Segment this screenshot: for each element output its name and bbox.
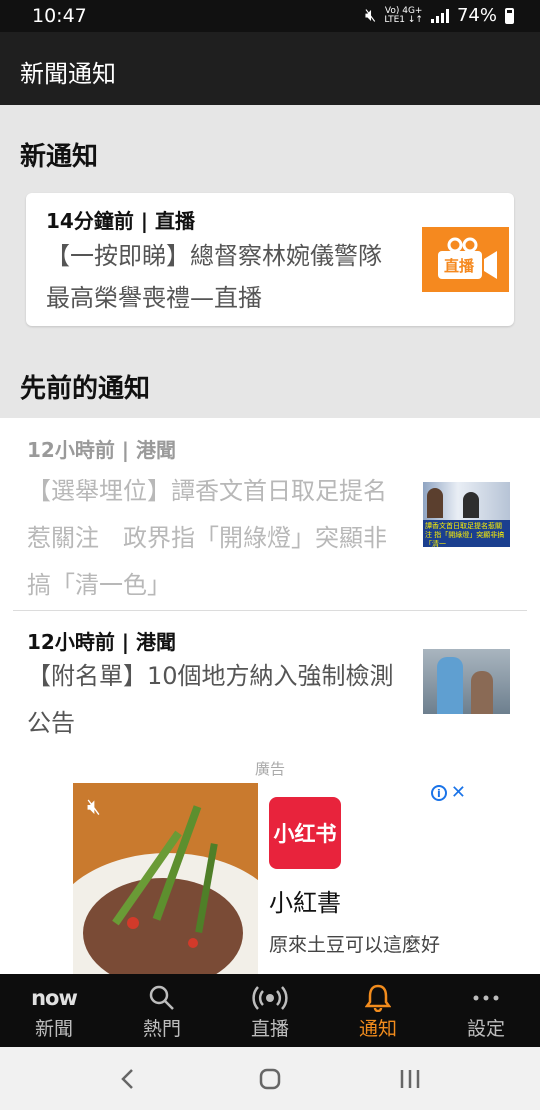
mute-icon: 🔇︎ <box>365 5 377 26</box>
tab-label: 熱門 <box>142 1018 181 1040</box>
home-icon <box>259 1068 281 1090</box>
close-icon[interactable]: ✕ <box>451 784 466 802</box>
news-thumbnail-caption: 譚香文首日取足提名惹關注 指「開綠燈」突顯非搞「清一 <box>423 520 510 547</box>
network-indicator: Vo) 4G+ LTE1 ↓↑ <box>384 6 423 25</box>
tab-notifications[interactable]: 通知 <box>324 974 432 1047</box>
notification-headline: 【一按即睇】總督察林婉儀警隊最高榮譽喪禮—直播 <box>46 242 382 312</box>
more-dots-icon <box>432 984 540 1012</box>
new-notification-card[interactable]: 14分鐘前 | 直播 【一按即睇】總督察林婉儀警隊最高榮譽喪禮—直播 直播 <box>26 193 514 326</box>
tab-label: 設定 <box>466 1018 505 1040</box>
tab-settings[interactable]: 設定 <box>432 974 540 1047</box>
tab-label: 直播 <box>250 1018 289 1040</box>
status-bar: 10:47 🔇︎ Vo) 4G+ LTE1 ↓↑ 74% <box>0 0 540 32</box>
home-button[interactable] <box>250 1061 290 1097</box>
status-time: 10:47 <box>32 5 87 27</box>
battery-icon <box>505 7 514 24</box>
back-button[interactable] <box>108 1061 148 1097</box>
status-icons: 🔇︎ Vo) 4G+ LTE1 ↓↑ 74% <box>365 5 514 26</box>
mute-icon[interactable]: 🔇︎ <box>87 795 101 820</box>
recents-icon <box>400 1070 420 1088</box>
ad-description: 原來土豆可以這麼好 <box>269 934 441 956</box>
ad-image[interactable]: 🔇︎ <box>73 783 288 974</box>
tab-label: 通知 <box>358 1018 397 1040</box>
notification-headline: 【選舉埋位】譚香文首日取足提名惹關注 政界指「開綠燈」突顯非搞「清一色」 <box>27 477 387 599</box>
bottom-tab-bar: now 新聞 熱門 直播 通知 設定 <box>0 974 540 1047</box>
new-notifications-heading: 新通知 <box>20 142 99 172</box>
search-icon <box>108 984 216 1012</box>
ad-app-name: 小紅書 <box>269 889 341 917</box>
now-logo-icon: now <box>0 984 108 1012</box>
recents-button[interactable] <box>390 1061 430 1097</box>
notification-meta: 14分鐘前 | 直播 <box>46 209 196 233</box>
battery-percent: 74% <box>456 5 497 26</box>
notification-meta: 12小時前 | 港聞 <box>27 438 177 462</box>
list-item[interactable]: 12小時前 | 港聞 【選舉埋位】譚香文首日取足提名惹關注 政界指「開綠燈」突顯… <box>0 418 540 610</box>
list-item[interactable]: 12小時前 | 港聞 【附名單】10個地方納入強制檢測公告 <box>0 611 540 751</box>
ad-choices[interactable]: i ✕ <box>430 784 466 802</box>
broadcast-icon <box>216 984 324 1012</box>
tab-popular[interactable]: 熱門 <box>108 974 216 1047</box>
bell-icon <box>324 984 432 1012</box>
ad-label: 廣告 <box>254 760 285 778</box>
tab-live[interactable]: 直播 <box>216 974 324 1047</box>
notification-meta: 12小時前 | 港聞 <box>27 630 177 654</box>
live-thumbnail: 直播 <box>422 227 509 292</box>
ad-app-logo: 小红书 <box>269 797 341 869</box>
previous-notifications-heading: 先前的通知 <box>20 374 151 404</box>
tab-label: 新聞 <box>34 1018 73 1040</box>
network-bottom: LTE1 ↓↑ <box>384 14 423 25</box>
ad-banner[interactable]: 🔇︎ 小红书 小紅書 原來土豆可以這麼好 i ✕ <box>73 783 468 974</box>
now-logo-text: now <box>31 986 78 1010</box>
news-thumbnail <box>423 649 510 714</box>
notification-headline: 【附名單】10個地方納入強制檢測公告 <box>27 662 394 737</box>
previous-notifications-list: 12小時前 | 港聞 【選舉埋位】譚香文首日取足提名惹關注 政界指「開綠燈」突顯… <box>0 418 540 974</box>
chevron-left-icon <box>121 1069 133 1089</box>
info-icon[interactable]: i <box>430 785 447 801</box>
signal-icon <box>430 8 449 23</box>
system-nav-bar <box>0 1047 540 1110</box>
live-thumbnail-label: 直播 <box>444 257 475 275</box>
app-bar: 新聞通知 <box>0 32 540 105</box>
news-thumbnail: 譚香文首日取足提名惹關注 指「開綠燈」突顯非搞「清一 <box>423 482 510 547</box>
page-title: 新聞通知 <box>20 60 116 88</box>
tab-news[interactable]: now 新聞 <box>0 974 108 1047</box>
